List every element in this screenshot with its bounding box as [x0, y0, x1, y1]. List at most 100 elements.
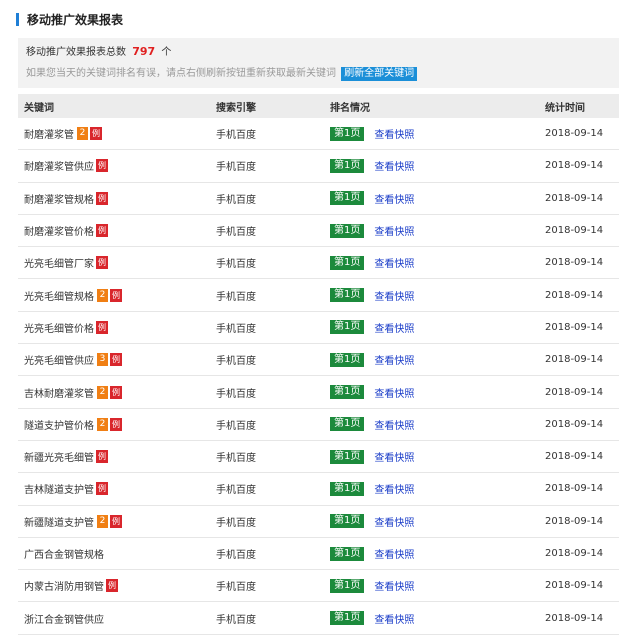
rank-cell: 第1页 查看快照 — [326, 481, 545, 496]
summary-hint: 如果您当天的关键词排名有误，请点右侧刷新按钮重新获取最新关键词 — [26, 68, 336, 79]
view-snapshot-link[interactable]: 查看快照 — [374, 385, 414, 400]
date-cell: 2018-09-14 — [545, 483, 604, 495]
table-row: 耐磨灌浆管规格例手机百度 第1页 查看快照 2018-09-14 — [18, 183, 619, 215]
keyword-count-badge: 2 — [97, 385, 108, 399]
rank-cell: 第1页 查看快照 — [326, 514, 545, 529]
view-snapshot-link[interactable]: 查看快照 — [374, 514, 414, 529]
table-row: 光亮毛细管价格例手机百度 第1页 查看快照 2018-09-14 — [18, 312, 619, 345]
rank-cell: 第1页 查看快照 — [326, 385, 545, 400]
summary-unit: 个 — [161, 47, 172, 58]
column-header-rank: 排名情况 — [330, 102, 370, 114]
engine-cell: 手机百度 — [216, 130, 256, 142]
keyword-flag-badge: 例 — [110, 288, 122, 302]
report-page: 移动推广效果报表 移动推广效果报表总数 797 个 如果您当天的关键词排名有误，… — [0, 0, 619, 640]
keyword-count-badge: 3 — [97, 353, 108, 367]
date-cell: 2018-09-14 — [545, 612, 604, 624]
rank-cell: 第1页 查看快照 — [326, 449, 545, 464]
keyword-cell: 新疆光亮毛细管例 — [18, 449, 212, 464]
rank-badge: 第1页 — [330, 288, 365, 303]
keyword-text: 光亮毛细管规格 — [24, 291, 94, 303]
engine-cell: 手机百度 — [216, 194, 256, 206]
engine-cell: 手机百度 — [216, 485, 256, 497]
rank-cell: 第1页 查看快照 — [326, 320, 545, 335]
date-cell: 2018-09-14 — [545, 257, 604, 269]
table-row: 光亮毛细管规格 2 例手机百度 第1页 查看快照 2018-09-14 — [18, 279, 619, 312]
engine-cell: 手机百度 — [216, 614, 256, 626]
title-accent-bar — [16, 12, 19, 26]
rank-cell: 第1页 查看快照 — [326, 158, 545, 173]
date-cell: 2018-09-14 — [545, 192, 604, 204]
report-table: 关键词 搜索引擎 排名情况 统计时间 耐磨灌浆管 2 例手机百度 第1页 查看快照 … — [18, 94, 619, 635]
date-cell: 2018-09-14 — [545, 386, 604, 398]
summary-prefix: 移动推广效果报表总数 — [26, 47, 126, 58]
keyword-cell: 光亮毛细管价格例 — [18, 320, 212, 335]
rank-badge: 第1页 — [330, 320, 365, 335]
view-snapshot-link[interactable]: 查看快照 — [374, 546, 414, 561]
view-snapshot-link[interactable]: 查看快照 — [374, 126, 414, 141]
keyword-text: 耐磨灌浆管价格 — [24, 227, 94, 239]
keyword-count-badge: 2 — [97, 514, 108, 528]
refresh-all-keywords-button[interactable]: 刷新全部关键词 — [341, 67, 418, 81]
engine-cell: 手机百度 — [216, 550, 256, 561]
table-row: 耐磨灌浆管供应例手机百度 第1页 查看快照 2018-09-14 — [18, 150, 619, 183]
keyword-cell: 浙江合金钢管供应 — [18, 611, 212, 626]
engine-cell: 手机百度 — [216, 420, 256, 432]
keyword-flag-badge: 例 — [110, 385, 122, 399]
view-snapshot-link[interactable]: 查看快照 — [374, 255, 414, 270]
view-snapshot-link[interactable]: 查看快照 — [374, 417, 414, 432]
view-snapshot-link[interactable]: 查看快照 — [374, 352, 414, 367]
view-snapshot-link[interactable]: 查看快照 — [374, 449, 414, 464]
table-row: 吉林隧道支护管例手机百度 第1页 查看快照 2018-09-14 — [18, 473, 619, 506]
date-cell: 2018-09-14 — [545, 128, 604, 140]
view-snapshot-link[interactable]: 查看快照 — [374, 158, 414, 173]
engine-cell: 手机百度 — [216, 323, 256, 335]
keyword-text: 耐磨灌浆管规格 — [24, 194, 94, 206]
keyword-flag-badge: 例 — [96, 320, 108, 334]
view-snapshot-link[interactable]: 查看快照 — [374, 611, 414, 626]
rank-badge: 第1页 — [330, 546, 365, 561]
engine-cell: 手机百度 — [216, 517, 256, 529]
keyword-flag-badge: 例 — [96, 159, 108, 173]
date-cell: 2018-09-14 — [545, 354, 604, 366]
date-cell: 2018-09-14 — [545, 225, 604, 237]
keyword-text: 隧道支护管价格 — [24, 420, 94, 432]
rank-badge: 第1页 — [330, 191, 365, 206]
summary-total: 移动推广效果报表总数 797 个 — [26, 44, 611, 60]
keyword-text: 广西合金钢管规格 — [24, 550, 104, 561]
keyword-text: 光亮毛细管供应 — [24, 356, 94, 368]
keyword-text: 耐磨灌浆管 — [24, 130, 74, 142]
date-cell: 2018-09-14 — [545, 515, 604, 527]
keyword-cell: 广西合金钢管规格 — [18, 546, 212, 561]
table-row: 吉林耐磨灌浆管 2 例手机百度 第1页 查看快照 2018-09-14 — [18, 376, 619, 409]
rank-badge: 第1页 — [330, 223, 365, 238]
view-snapshot-link[interactable]: 查看快照 — [374, 288, 414, 303]
keyword-cell: 耐磨灌浆管供应例 — [18, 158, 212, 173]
engine-cell: 手机百度 — [216, 227, 256, 239]
rank-cell: 第1页 查看快照 — [326, 255, 545, 270]
keyword-count-badge: 2 — [77, 127, 88, 141]
keyword-flag-badge: 例 — [96, 256, 108, 270]
keyword-flag-badge: 例 — [110, 514, 122, 528]
keyword-flag-badge: 例 — [96, 224, 108, 238]
date-cell: 2018-09-14 — [545, 580, 604, 592]
keyword-text: 新疆光亮毛细管 — [24, 453, 94, 465]
view-snapshot-link[interactable]: 查看快照 — [374, 191, 414, 206]
table-row: 新疆光亮毛细管例手机百度 第1页 查看快照 2018-09-14 — [18, 441, 619, 474]
keyword-cell: 光亮毛细管厂家例 — [18, 255, 212, 270]
view-snapshot-link[interactable]: 查看快照 — [374, 578, 414, 593]
view-snapshot-link[interactable]: 查看快照 — [374, 320, 414, 335]
rank-badge: 第1页 — [330, 481, 365, 496]
keyword-cell: 吉林耐磨灌浆管 2 例 — [18, 385, 212, 400]
date-cell: 2018-09-14 — [545, 451, 604, 463]
view-snapshot-link[interactable]: 查看快照 — [374, 223, 414, 238]
rank-badge: 第1页 — [330, 126, 365, 141]
rank-badge: 第1页 — [330, 611, 365, 626]
keyword-cell: 隧道支护管价格 2 例 — [18, 417, 212, 432]
table-row: 耐磨灌浆管价格例 手机百度 第1页 查看快照 2018-09-14 — [18, 215, 619, 248]
keyword-text: 吉林耐磨灌浆管 — [24, 388, 94, 400]
keyword-text: 内蒙古消防用钢管 — [24, 582, 104, 594]
engine-cell: 手机百度 — [216, 388, 256, 400]
view-snapshot-link[interactable]: 查看快照 — [374, 481, 414, 496]
keyword-count-badge: 2 — [97, 288, 108, 302]
rank-badge: 第1页 — [330, 352, 365, 367]
